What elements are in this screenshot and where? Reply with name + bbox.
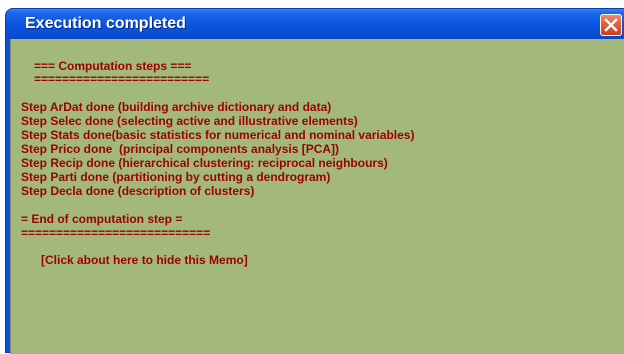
window-title: Execution completed <box>25 15 186 32</box>
memo-step-line: Step Selec done (selecting active and il… <box>21 114 358 128</box>
memo-step-line: Step Parti done (partitioning by cutting… <box>21 170 331 184</box>
memo-step-line: Step ArDat done (building archive dictio… <box>21 100 332 114</box>
memo-panel[interactable]: === Computation steps === ==============… <box>15 41 624 354</box>
memo-step-line: Step Prico done (principal components an… <box>21 142 340 156</box>
hide-memo-hint[interactable]: [Click about here to hide this Memo] <box>41 254 248 267</box>
close-button[interactable] <box>600 14 622 36</box>
memo-footer: = End of computation step = <box>21 212 183 226</box>
memo-step-line: Step Decla done (description of clusters… <box>21 184 255 198</box>
window-client-area: === Computation steps === ==============… <box>10 39 624 354</box>
memo-header-rule: ========================= <box>34 72 210 86</box>
memo-step-line: Step Stats done(basic statistics for num… <box>21 128 415 142</box>
memo-footer-rule: =========================== <box>21 226 211 240</box>
title-bar[interactable]: Execution completed <box>6 9 624 39</box>
execution-completed-window: Execution completed === Computation step… <box>5 8 624 354</box>
close-icon <box>604 18 618 32</box>
memo-step-line: Step Recip done (hierarchical clustering… <box>21 156 388 170</box>
